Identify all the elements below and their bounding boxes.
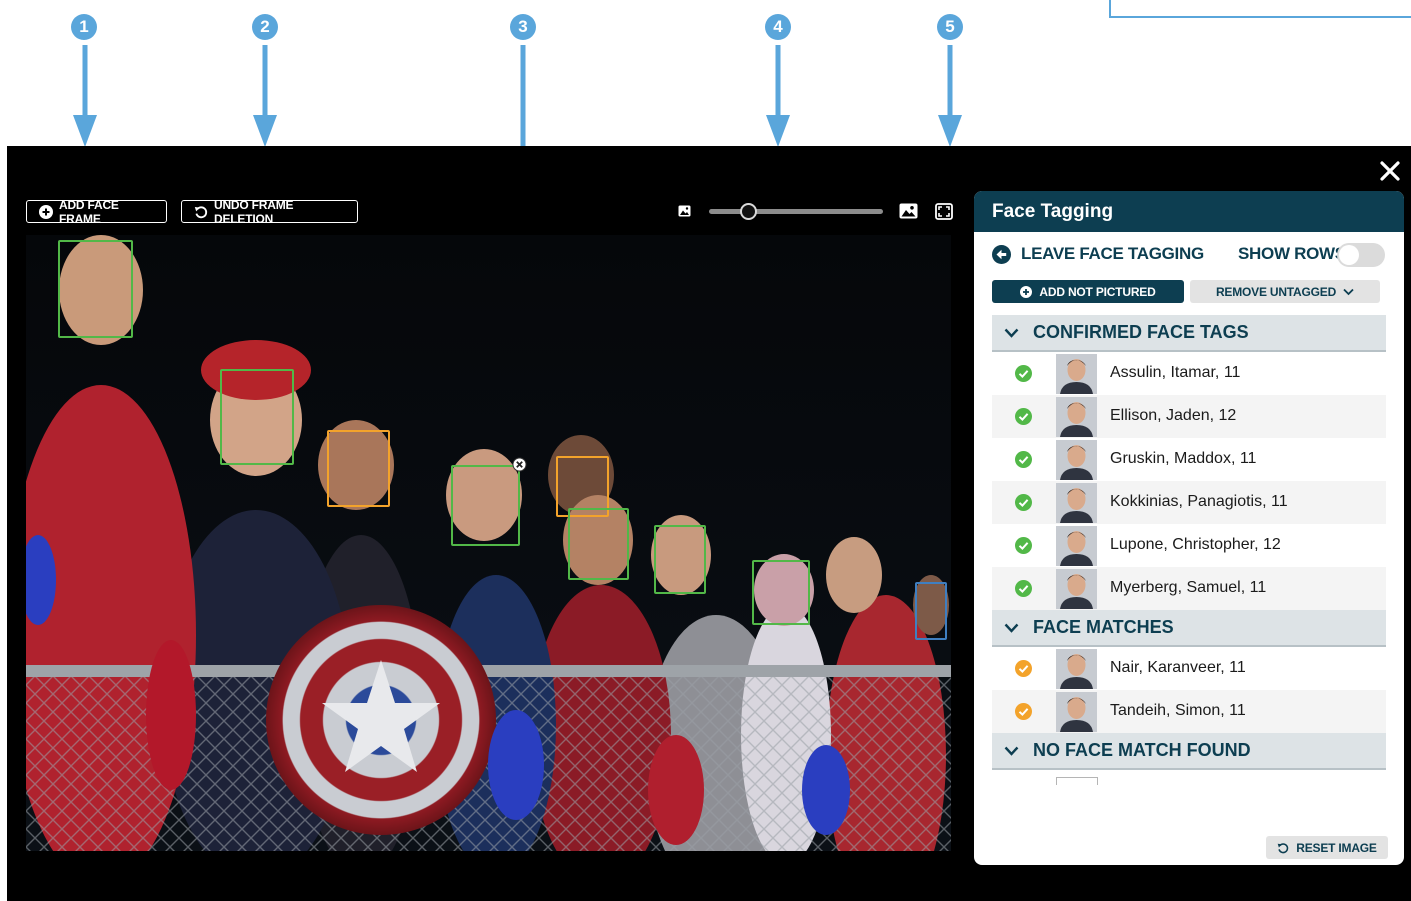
partial-thumbnail: [1056, 777, 1098, 785]
check-circle-icon: [1015, 580, 1032, 597]
check-circle-icon: [1015, 451, 1032, 468]
leave-face-tagging-button[interactable]: LEAVE FACE TAGGING: [992, 244, 1204, 264]
callout-1: 1: [71, 14, 97, 40]
section-title: FACE MATCHES: [1033, 617, 1174, 637]
face-frame[interactable]: [58, 240, 133, 338]
person-thumbnail: [1056, 569, 1097, 609]
check-circle-icon: [1015, 365, 1032, 382]
person-thumbnail: [1056, 483, 1097, 523]
toggle-knob: [1339, 245, 1359, 265]
callout-arrow-5: [938, 45, 962, 147]
zoom-out-image-icon[interactable]: [678, 205, 691, 217]
section-confirmed-face-tags[interactable]: CONFIRMED FACE TAGS: [992, 315, 1386, 352]
face-frame[interactable]: [915, 582, 947, 640]
person-name: Gruskin, Maddox, 11: [1110, 450, 1257, 467]
callout-arrow-4: [766, 45, 790, 147]
face-frame[interactable]: [451, 465, 520, 546]
chevron-down-icon: [1004, 623, 1019, 633]
chevron-down-icon: [1004, 328, 1019, 338]
show-rows-label: SHOW ROWS: [1238, 244, 1346, 263]
tag-row[interactable]: Myerberg, Samuel, 11: [992, 567, 1386, 610]
person-thumbnail: [1056, 692, 1097, 732]
plus-circle-icon: [39, 204, 53, 219]
undo-icon: [194, 205, 208, 218]
undo-frame-deletion-button[interactable]: UNDO FRAME DELETION: [181, 197, 358, 226]
callout-arrow-1: [73, 45, 97, 147]
person-name: Kokkinias, Panagiotis, 11: [1110, 493, 1288, 510]
reset-image-button[interactable]: RESET IMAGE: [1266, 836, 1388, 859]
chevron-down-icon: [1343, 288, 1354, 295]
section-title: NO FACE MATCH FOUND: [1033, 740, 1251, 760]
person-thumbnail: [1056, 354, 1097, 394]
person-name: Tandeih, Simon, 11: [1110, 702, 1246, 719]
panel-title: Face Tagging: [974, 191, 1404, 232]
tag-list: CONFIRMED FACE TAGS Assulin, Itamar, 11 E…: [992, 315, 1386, 801]
callout-3: 3: [510, 14, 536, 40]
face-tagging-panel: Face Tagging LEAVE FACE TAGGING SHOW ROW…: [974, 191, 1404, 865]
check-circle-icon: [1015, 408, 1032, 425]
check-circle-icon: [1015, 660, 1032, 677]
callout-frame-corner: [1109, 0, 1411, 18]
show-rows-toggle[interactable]: [1337, 243, 1385, 267]
fullscreen-icon[interactable]: [935, 203, 953, 220]
callout-arrow-2: [253, 45, 277, 147]
add-not-pictured-label: ADD NOT PICTURED: [1039, 284, 1156, 299]
person-thumbnail: [1056, 649, 1097, 689]
person-thumbnail: [1056, 526, 1097, 566]
person-name: Assulin, Itamar, 11: [1110, 364, 1241, 381]
person-name: Nair, Karanveer, 11: [1110, 659, 1246, 676]
face-frame[interactable]: [752, 560, 810, 625]
person-thumbnail: [1056, 440, 1097, 480]
plus-circle-icon: [1020, 285, 1033, 298]
face-frame[interactable]: [654, 525, 706, 594]
add-face-frame-label: ADD FACE FRAME: [59, 197, 119, 226]
callout-5: 5: [937, 14, 963, 40]
section-no-face-match-found[interactable]: NO FACE MATCH FOUND: [992, 733, 1386, 770]
section-title: CONFIRMED FACE TAGS: [1033, 322, 1249, 342]
callout-2: 2: [252, 14, 278, 40]
callout-4: 4: [765, 14, 791, 40]
tag-row[interactable]: Ellison, Jaden, 12: [992, 395, 1386, 438]
zoom-slider-track[interactable]: [709, 209, 883, 214]
remove-untagged-label: REMOVE UNTAGGED: [1215, 284, 1337, 299]
zoom-slider-thumb[interactable]: [740, 203, 757, 220]
tag-row[interactable]: Tandeih, Simon, 11: [992, 690, 1386, 733]
section-face-matches[interactable]: FACE MATCHES: [992, 610, 1386, 647]
close-icon[interactable]: [1376, 157, 1404, 185]
tag-row[interactable]: Assulin, Itamar, 11: [992, 352, 1386, 395]
check-circle-icon: [1015, 537, 1032, 554]
add-not-pictured-button[interactable]: ADD NOT PICTURED: [992, 280, 1184, 303]
reset-icon: [1277, 842, 1289, 853]
check-circle-icon: [1015, 494, 1032, 511]
person-name: Myerberg, Samuel, 11: [1110, 579, 1267, 596]
check-circle-icon: [1015, 703, 1032, 720]
person-thumbnail: [1056, 397, 1097, 437]
person-name: Lupone, Christopher, 12: [1110, 536, 1281, 553]
back-arrow-icon: [992, 244, 1011, 264]
leave-face-tagging-label: LEAVE FACE TAGGING: [1021, 244, 1204, 263]
tagging-photo[interactable]: [26, 235, 951, 851]
face-frame[interactable]: [220, 369, 294, 465]
face-frame[interactable]: [568, 508, 629, 580]
reset-image-label: RESET IMAGE: [1296, 840, 1377, 855]
person-name: Ellison, Jaden, 12: [1110, 407, 1237, 424]
face-frame[interactable]: [327, 430, 390, 507]
tag-row[interactable]: Nair, Karanveer, 11: [992, 647, 1386, 690]
delete-frame-icon[interactable]: [512, 457, 527, 472]
tag-row[interactable]: Lupone, Christopher, 12: [992, 524, 1386, 567]
chevron-down-icon: [1004, 746, 1019, 756]
tag-row[interactable]: Gruskin, Maddox, 11: [992, 438, 1386, 481]
remove-untagged-dropdown[interactable]: REMOVE UNTAGGED: [1190, 280, 1380, 303]
add-face-frame-button[interactable]: ADD FACE FRAME: [26, 197, 167, 226]
tag-row[interactable]: Kokkinias, Panagiotis, 11: [992, 481, 1386, 524]
undo-frame-deletion-label: UNDO FRAME DELETION: [214, 197, 294, 226]
zoom-in-image-icon[interactable]: [899, 203, 918, 219]
